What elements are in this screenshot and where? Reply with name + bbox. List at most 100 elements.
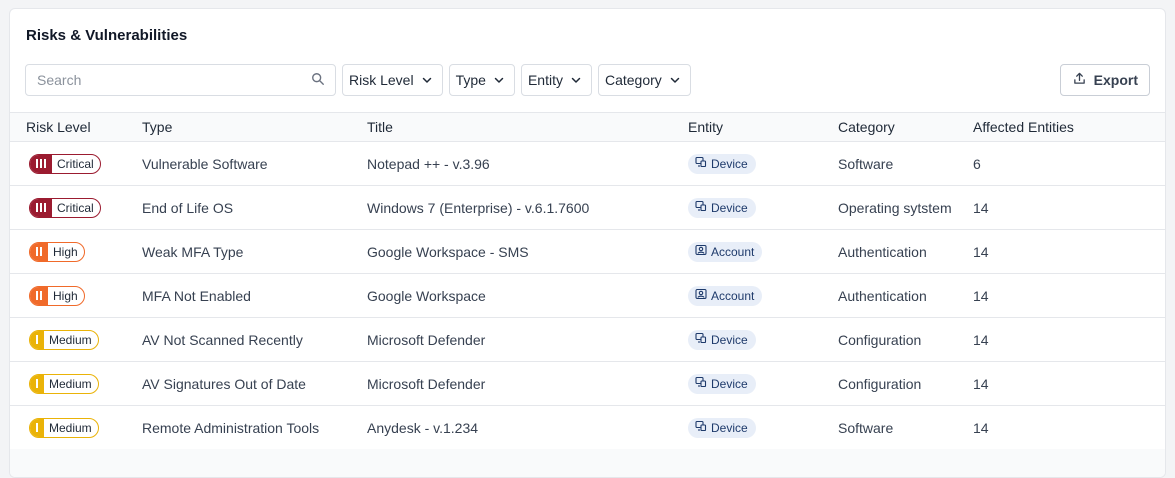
entity-badge: Account [688,285,763,306]
column-header-affected-entities[interactable]: Affected Entities [973,113,1165,142]
cell-affected-entities: 14 [973,243,989,260]
risk-level-icon [30,242,48,261]
table-row[interactable]: Critical Vulnerable Software Notepad ++ - … [10,142,1165,186]
risk-level-icon [30,154,52,173]
cell-type: Vulnerable Software [142,155,268,172]
cell-title: Microsoft Defender [367,375,486,392]
risk-badge-label: Critical [57,200,94,215]
filter-entity[interactable]: Entity [520,64,592,96]
risk-level-icon [30,330,44,349]
cell-entity: Device [688,142,838,186]
cell-risk-level: High [10,230,142,274]
table-row[interactable]: High MFA Not Enabled Google Workspace Accou… [10,274,1165,318]
risk-badge: Medium [29,329,99,350]
cell-type: AV Signatures Out of Date [142,375,306,392]
cell-type: End of Life OS [142,199,234,216]
cell-category: Operating sytstem [838,199,952,216]
risk-badge-label: Medium [49,332,92,347]
column-header-type[interactable]: Type [142,113,367,142]
cell-affected-entities: 14 [973,199,989,216]
entity-badge-label: Account [711,288,755,303]
cell-entity: Device [688,406,838,450]
cell-risk-level: Medium [10,362,142,406]
device-icon [695,420,707,435]
cell-risk-level: Medium [10,406,142,450]
account-icon [695,244,707,259]
entity-badge: Device [688,417,756,438]
search-placeholder: Search [37,72,82,88]
cell-title: Google Workspace - SMS [367,243,529,260]
chevron-down-icon [670,72,680,88]
filter-label: Category [604,72,662,88]
column-header-entity[interactable]: Entity [688,113,838,142]
cell-category: Authentication [838,243,927,260]
chevron-down-icon [422,72,432,88]
cell-affected-entities: 14 [973,287,989,304]
risk-badge: Medium [29,417,99,438]
entity-badge-label: Account [711,244,755,259]
entity-badge: Device [688,329,756,350]
export-button[interactable]: Export [1059,64,1150,96]
entity-badge-label: Device [711,156,748,171]
cell-category: Software [838,155,894,172]
cell-entity: Device [688,186,838,230]
risk-level-icon [30,286,48,305]
cell-type: Remote Administration Tools [142,419,320,436]
risk-badge: High [29,285,85,306]
filter-risk-level[interactable]: Risk Level [342,64,443,96]
risk-badge: Medium [29,373,99,394]
cell-title: Windows 7 (Enterprise) - v.6.1.7600 [367,199,590,216]
table-row[interactable]: Medium AV Signatures Out of Date Microsoft… [10,362,1165,406]
account-icon [695,288,707,303]
filter-label: Type [455,72,486,88]
column-header-title[interactable]: Title [367,113,688,142]
cell-title: Microsoft Defender [367,331,486,348]
filter-type[interactable]: Type [448,64,515,96]
filter-category[interactable]: Category [597,64,691,96]
table-header-row: Risk Level Type Title Entity Category Af… [10,112,1165,142]
cell-affected-entities: 14 [973,331,989,348]
risk-badge-label: Medium [49,420,92,435]
cell-risk-level: Medium [10,318,142,362]
column-header-risk-level[interactable]: Risk Level [10,113,142,142]
cell-affected-entities: 6 [973,155,981,172]
risk-badge: High [29,241,85,262]
table-row[interactable]: Critical End of Life OS Windows 7 (Enterpr… [10,186,1165,230]
search-input[interactable]: Search [25,64,336,96]
cell-category: Configuration [838,331,922,348]
toolbar: Search Risk Level Type Entity Category E… [25,64,1150,96]
cell-type: AV Not Scanned Recently [142,331,303,348]
page-title: Risks & Vulnerabilities [26,27,188,44]
cell-affected-entities: 14 [973,375,989,392]
chevron-down-icon [571,72,581,88]
risk-badge-label: Medium [49,376,92,391]
cell-category: Authentication [838,287,927,304]
device-icon [695,376,707,391]
risk-level-icon [30,418,44,437]
column-header-category[interactable]: Category [838,113,973,142]
risk-badge-label: Critical [57,156,94,171]
table-row[interactable]: High Weak MFA Type Google Workspace - SMS A… [10,230,1165,274]
entity-badge: Device [688,373,756,394]
cell-risk-level: Critical [10,186,142,230]
device-icon [695,200,707,215]
entity-badge: Device [688,153,756,174]
cell-title: Notepad ++ - v.3.96 [367,155,490,172]
entity-badge-label: Device [711,420,748,435]
entity-badge: Account [688,241,763,262]
cell-category: Software [838,419,894,436]
entity-badge: Device [688,197,756,218]
risk-badge-label: High [53,288,78,303]
risks-table: Risk Level Type Title Entity Category Af… [10,112,1165,450]
risk-badge: Critical [29,153,101,174]
search-icon [311,72,325,89]
table-footer [10,449,1165,477]
entity-badge-label: Device [711,200,748,215]
cell-entity: Device [688,318,838,362]
cell-risk-level: Critical [10,142,142,186]
chevron-down-icon [494,72,504,88]
table-row[interactable]: Medium Remote Administration Tools Anydesk… [10,406,1165,450]
export-label: Export [1093,72,1138,88]
cell-type: MFA Not Enabled [142,287,251,304]
table-row[interactable]: Medium AV Not Scanned Recently Microsoft D… [10,318,1165,362]
